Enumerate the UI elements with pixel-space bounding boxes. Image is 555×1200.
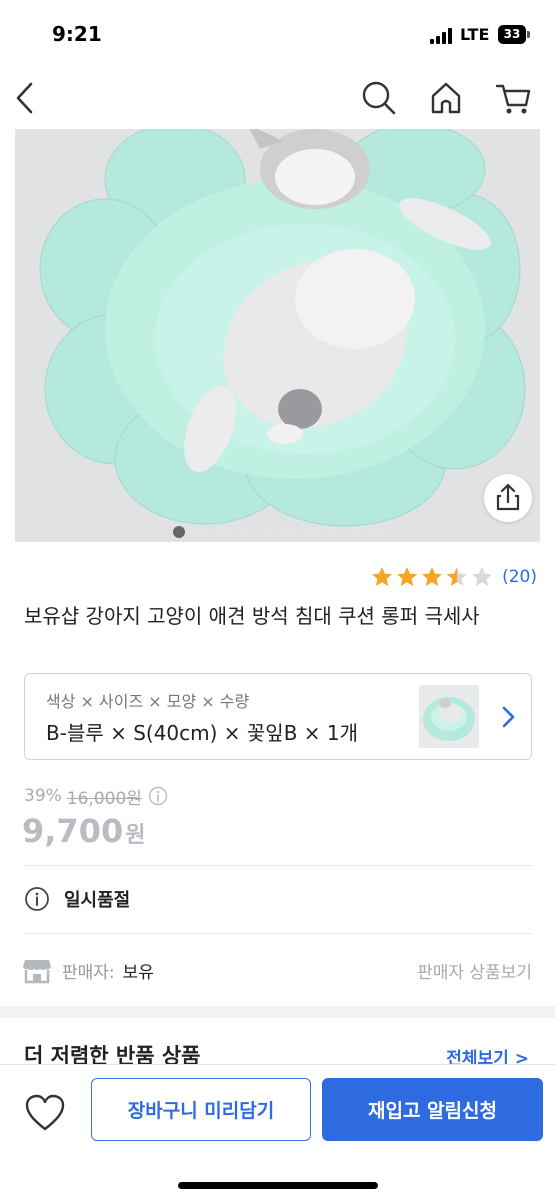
gallery-dot[interactable] [216, 526, 229, 538]
signal-icon [430, 28, 454, 44]
gallery-dot[interactable] [282, 526, 295, 538]
gallery-dot[interactable] [326, 526, 339, 538]
wishlist-button[interactable] [22, 1091, 68, 1135]
stock-status-row: 일시품절 [24, 884, 130, 914]
original-price: 16,000원 [66, 788, 142, 809]
heart-icon [25, 1094, 65, 1131]
divider [24, 933, 532, 934]
cart-icon[interactable] [494, 78, 534, 118]
status-time: 9:21 [52, 22, 102, 46]
gallery-dot[interactable] [260, 526, 273, 538]
share-icon [496, 483, 520, 511]
review-count[interactable]: (20) [502, 567, 537, 587]
option-value: B-블루 × S(40cm) × 꽃잎B × 1개 [46, 721, 359, 745]
option-selector[interactable]: 색상 × 사이즈 × 모양 × 수량 B-블루 × S(40cm) × 꽃잎B … [24, 673, 532, 760]
seller-label: 판매자: [62, 962, 115, 983]
home-icon[interactable] [426, 78, 466, 118]
star-icon [447, 567, 468, 586]
back-arrow-icon[interactable] [6, 78, 46, 118]
gallery-dot[interactable] [370, 526, 383, 538]
add-to-cart-button[interactable]: 장바구니 미리담기 [91, 1078, 311, 1141]
seller-row: 판매자: 보유 판매자 상품보기 [22, 954, 532, 986]
price-currency: 원 [125, 823, 146, 848]
discount-rate: 39% [24, 786, 62, 806]
chevron-right-icon [497, 704, 519, 730]
star-icon [472, 567, 493, 586]
gallery-dot[interactable] [304, 526, 317, 538]
gallery-pagination [0, 526, 555, 538]
top-nav-bar [0, 70, 555, 128]
store-icon [23, 960, 51, 984]
product-image[interactable] [15, 129, 540, 542]
discount-row: 39% 16,000원 [24, 784, 168, 809]
star-rating [370, 565, 494, 589]
status-bar: 9:21 LTE 33 [0, 0, 555, 70]
info-icon [25, 887, 49, 911]
star-icon [397, 567, 418, 586]
bottom-action-bar: 장바구니 미리담기 재입고 알림신청 [0, 1064, 555, 1200]
home-indicator [178, 1182, 378, 1189]
info-icon[interactable] [148, 786, 168, 806]
share-button[interactable] [484, 474, 532, 522]
battery-icon: 33 [498, 25, 530, 44]
gallery-dot[interactable] [238, 526, 251, 538]
sale-price: 9,700 원 [22, 812, 145, 850]
rating[interactable]: (20) [370, 565, 537, 589]
gallery-dot[interactable] [172, 526, 185, 538]
network-label: LTE [460, 25, 490, 44]
search-icon[interactable] [359, 78, 399, 118]
product-title: 보유샵 강아지 고양이 애견 방석 침대 쿠션 롱퍼 극세사 [24, 604, 480, 628]
stock-status: 일시품절 [64, 890, 131, 911]
option-label: 색상 × 사이즈 × 모양 × 수량 [46, 692, 250, 711]
option-thumbnail [419, 685, 479, 748]
star-icon [422, 567, 443, 586]
seller-products-link[interactable]: 판매자 상품보기 [417, 958, 532, 983]
restock-alert-button[interactable]: 재입고 알림신청 [322, 1078, 543, 1141]
divider [24, 865, 532, 866]
gallery-dot[interactable] [348, 526, 361, 538]
sale-price-value: 9,700 [22, 812, 124, 850]
seller-name[interactable]: 보유 [123, 958, 154, 983]
star-icon [372, 567, 393, 586]
section-divider [0, 1006, 555, 1018]
gallery-dot[interactable] [194, 526, 207, 538]
